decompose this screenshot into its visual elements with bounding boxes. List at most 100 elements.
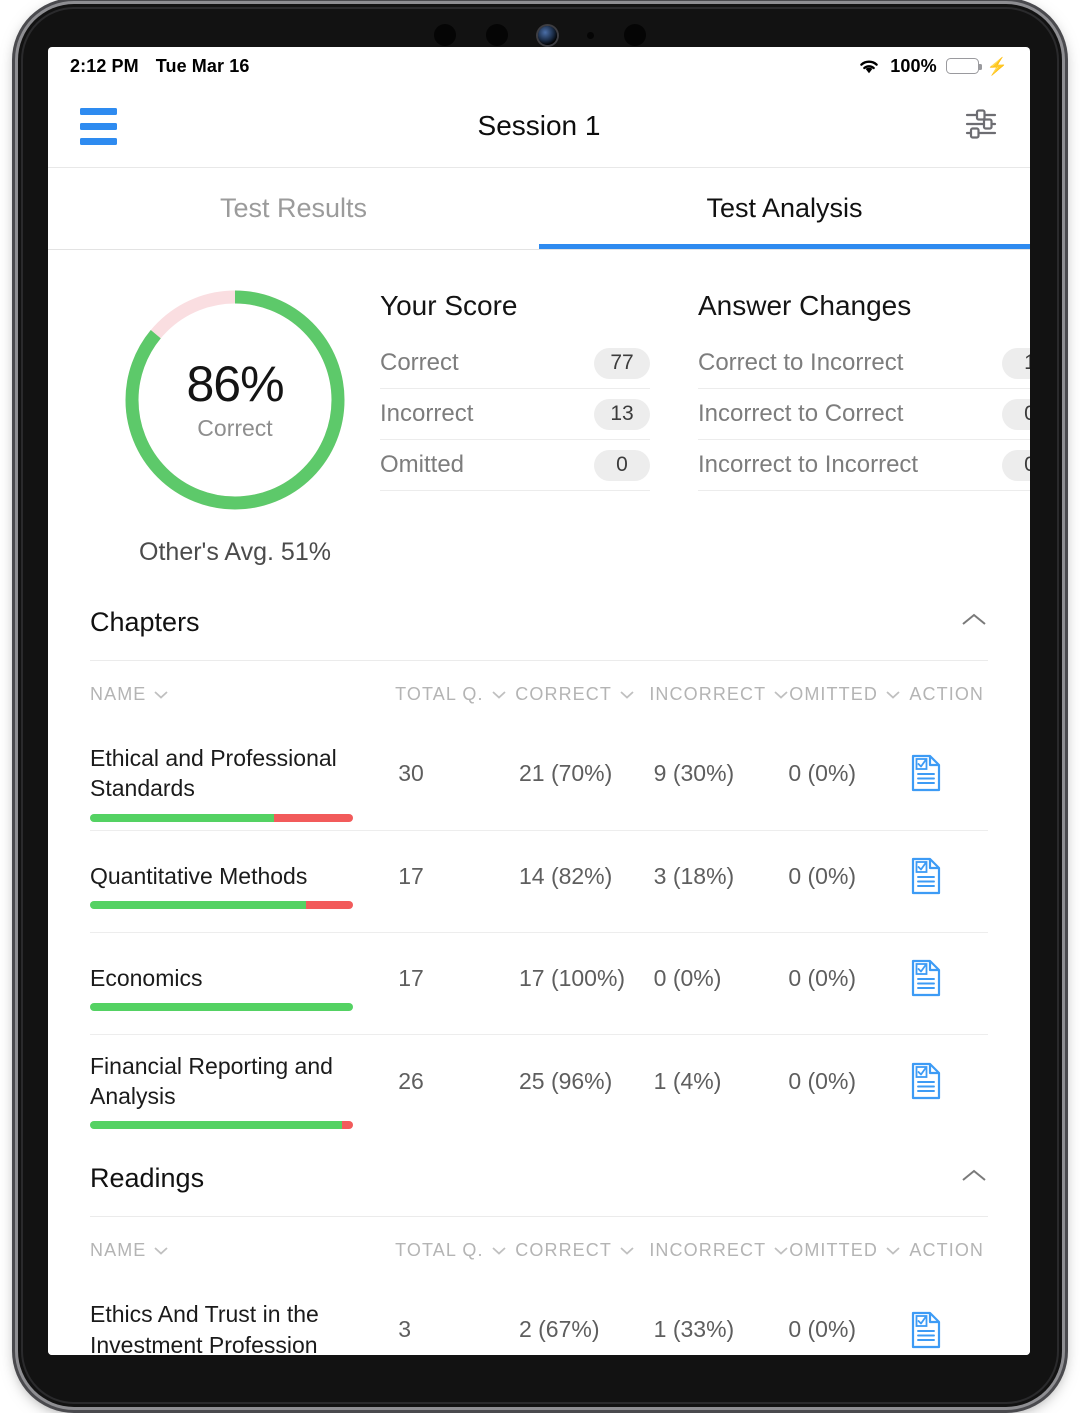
row-total-questions: 17 — [398, 964, 424, 991]
column-header-name[interactable]: NAME — [90, 684, 395, 705]
wifi-icon — [860, 60, 879, 74]
ambient-light-sensor — [587, 31, 594, 39]
donut-center-label: 86% Correct — [119, 284, 351, 516]
column-header-incorrect[interactable]: INCORRECT — [649, 1240, 789, 1261]
row-name-cell: Economics — [90, 963, 398, 1012]
chevron-down-icon — [774, 1247, 788, 1255]
row-action-button[interactable] — [909, 753, 988, 793]
tab-test-analysis[interactable]: Test Analysis — [539, 168, 1030, 249]
row-incorrect: 9 (30%) — [653, 759, 735, 786]
column-header-correct[interactable]: CORRECT — [515, 684, 649, 705]
stats-columns: Your Score Correct 77 Incorrect 13 Omitt… — [380, 284, 1030, 491]
row-total-questions: 17 — [398, 862, 424, 889]
app-nav-bar: Session 1 — [48, 85, 1030, 168]
sliders-filter-icon[interactable] — [960, 104, 1002, 149]
row-action-button[interactable] — [909, 958, 988, 998]
stat-row: Incorrect to Incorrect 0 — [698, 440, 1030, 491]
row-omitted: 0 (0%) — [788, 759, 857, 786]
row-progress-bar — [90, 901, 353, 910]
table-row[interactable]: Financial Reporting and Analysis 26 25 (96… — [90, 1033, 988, 1138]
answer-changes-block: Answer Changes Correct to Incorrect 1 In… — [698, 290, 1030, 491]
row-total-questions: 26 — [398, 1067, 424, 1094]
row-omitted: 0 (0%) — [788, 1316, 857, 1343]
donut-percent: 86% — [186, 356, 284, 413]
stat-label: Correct to Incorrect — [698, 349, 904, 376]
row-name-cell: Ethical and Professional Standards — [90, 743, 398, 822]
document-check-icon — [911, 755, 941, 792]
progress-incorrect-segment — [274, 813, 353, 822]
summary-section: 86% Correct Other's Avg. 51% Your Score … — [48, 250, 1030, 581]
table-row[interactable]: Ethical and Professional Standards 30 21 (… — [90, 727, 988, 830]
column-header-name[interactable]: NAME — [90, 1240, 395, 1261]
table-row[interactable]: Ethics And Trust in the Investment Profe… — [90, 1283, 988, 1355]
row-total-questions: 30 — [398, 759, 424, 786]
row-omitted: 0 (0%) — [788, 862, 857, 889]
chapters-section-header[interactable]: Chapters — [90, 581, 988, 661]
stat-value: 0 — [594, 449, 650, 481]
stat-value: 77 — [594, 347, 650, 379]
row-total-questions: 3 — [398, 1316, 412, 1343]
table-row[interactable]: Economics 17 17 (100%) 0 (0%) 0 (0%) — [90, 931, 988, 1034]
column-label: INCORRECT — [649, 683, 767, 704]
readings-table-header: NAME TOTAL Q. CORRECT INCORRECT OMITTED … — [90, 1217, 988, 1283]
column-header-omitted[interactable]: OMITTED — [789, 684, 909, 705]
stat-row: Incorrect 13 — [380, 389, 650, 440]
chapters-table-header: NAME TOTAL Q. CORRECT INCORRECT OMITTED … — [90, 661, 988, 727]
column-header-incorrect[interactable]: INCORRECT — [649, 684, 789, 705]
battery-percentage: 100% — [890, 55, 937, 76]
column-header-correct[interactable]: CORRECT — [515, 1240, 649, 1261]
column-header-total[interactable]: TOTAL Q. — [395, 1240, 515, 1261]
stat-row: Omitted 0 — [380, 440, 650, 491]
section-title: Readings — [90, 1163, 205, 1194]
battery-icon — [945, 58, 982, 74]
page-title: Session 1 — [477, 110, 601, 141]
chevron-down-icon — [154, 690, 169, 699]
row-name: Economics — [90, 965, 203, 992]
row-name: Financial Reporting and Analysis — [90, 1052, 333, 1110]
score-donut-group: 86% Correct Other's Avg. 51% — [90, 284, 380, 567]
progress-incorrect-segment — [305, 901, 353, 910]
row-correct: 2 (67%) — [518, 1316, 600, 1343]
document-check-icon — [911, 960, 941, 997]
stat-value: 13 — [594, 398, 650, 430]
row-omitted: 0 (0%) — [788, 1067, 857, 1094]
stat-row: Incorrect to Correct 0 — [698, 389, 1030, 440]
row-progress-bar — [90, 1003, 353, 1012]
column-label: OMITTED — [789, 1239, 878, 1260]
row-action-button[interactable] — [909, 1310, 988, 1350]
row-progress-bar — [90, 813, 353, 822]
column-label: NAME — [90, 1239, 147, 1260]
status-bar-right: 100% ⚡ — [857, 56, 1008, 77]
stat-value: 0 — [1002, 449, 1030, 481]
stat-row: Correct 77 — [380, 338, 650, 389]
tab-test-results[interactable]: Test Results — [48, 168, 539, 249]
stat-label: Incorrect to Correct — [698, 400, 904, 427]
chevron-down-icon — [154, 1247, 169, 1255]
tab-bar: Test Results Test Analysis — [48, 168, 1030, 250]
tab-label: Test Results — [219, 193, 368, 223]
sensor-dot — [624, 24, 646, 46]
chevron-down-icon — [491, 1247, 506, 1255]
row-action-button[interactable] — [909, 1061, 988, 1101]
row-omitted: 0 (0%) — [788, 964, 857, 991]
row-incorrect: 0 (0%) — [653, 964, 722, 991]
row-action-button[interactable] — [909, 856, 988, 896]
chevron-up-icon[interactable] — [960, 611, 988, 634]
document-check-icon — [911, 1062, 941, 1100]
table-row[interactable]: Quantitative Methods 17 14 (82%) 3 (18%) 0 (… — [90, 829, 988, 932]
row-name: Ethics And Trust in the Investment Profe… — [90, 1301, 319, 1355]
chevron-down-icon — [620, 690, 634, 699]
column-header-total[interactable]: TOTAL Q. — [395, 684, 515, 705]
column-header-omitted[interactable]: OMITTED — [789, 1240, 909, 1261]
hamburger-menu-icon[interactable] — [76, 102, 121, 151]
chevron-up-icon[interactable] — [960, 1167, 988, 1190]
readings-table-body: Ethics And Trust in the Investment Profe… — [90, 1283, 988, 1355]
column-label: INCORRECT — [649, 1239, 767, 1260]
row-progress-bar — [90, 1121, 353, 1130]
readings-section-header[interactable]: Readings — [90, 1137, 988, 1218]
row-incorrect: 1 (33%) — [653, 1316, 735, 1343]
progress-correct-segment — [90, 813, 275, 822]
stat-row: Correct to Incorrect 1 — [698, 338, 1030, 389]
chevron-down-icon — [491, 690, 506, 699]
stat-label: Incorrect — [380, 400, 474, 427]
